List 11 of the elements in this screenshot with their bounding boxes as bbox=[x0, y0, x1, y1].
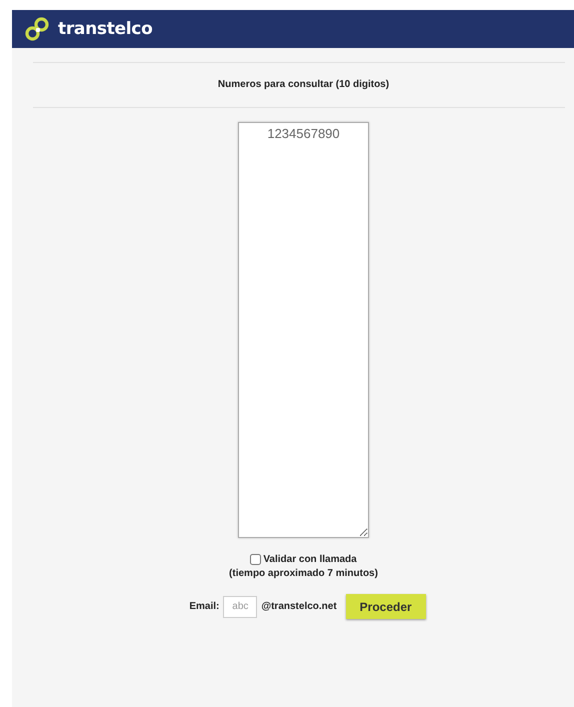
time-note: (tiempo aproximado 7 minutos) bbox=[229, 568, 378, 579]
email-input[interactable]: abc bbox=[223, 596, 258, 618]
checkbox-label: Validar con llamada bbox=[263, 554, 357, 565]
proceed-button[interactable]: Proceder bbox=[346, 594, 426, 619]
numbers-textarea[interactable]: 1234567890 bbox=[238, 122, 369, 538]
validate-checkbox[interactable] bbox=[250, 554, 262, 565]
logo-icon bbox=[24, 16, 50, 42]
email-label: Email: bbox=[189, 601, 220, 612]
brand-name: transtelco bbox=[58, 19, 152, 39]
email-domain: @transtelco.net bbox=[261, 601, 337, 612]
form-heading: Numeros para consultar (10 digitos) bbox=[218, 78, 390, 92]
